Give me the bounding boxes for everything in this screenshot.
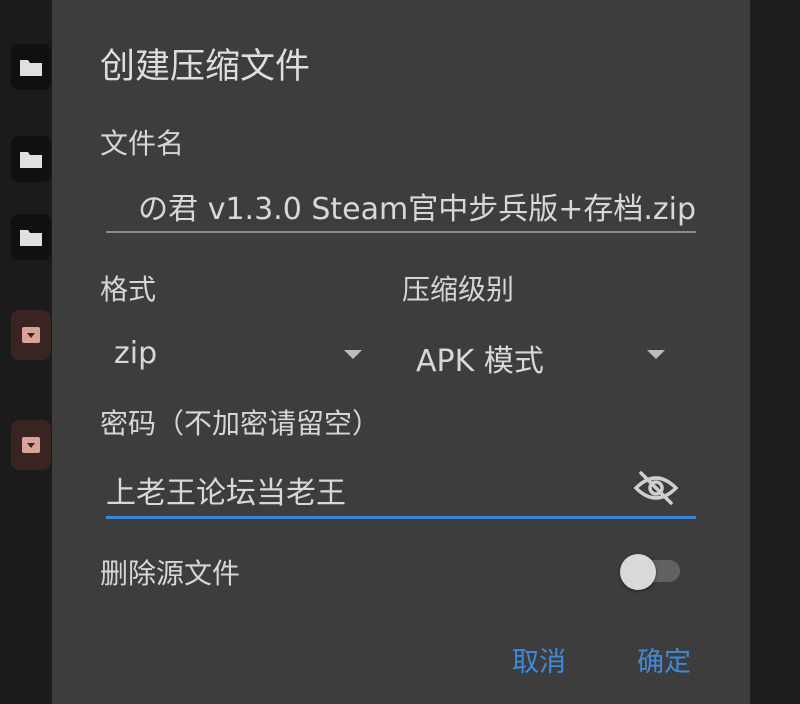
archive-icon (11, 310, 51, 360)
password-label: 密码（不加密请留空） (100, 407, 381, 440)
filename-value: の君 v1.3.0 Steam官中步兵版+存档.zip (138, 192, 696, 227)
create-archive-dialog: 创建压缩文件 文件名 の君 v1.3.0 Steam官中步兵版+存档.zip 格… (52, 0, 750, 704)
visibility-off-icon[interactable] (632, 468, 682, 508)
password-underline (106, 516, 696, 519)
cancel-button[interactable]: 取消 (512, 640, 566, 679)
compression-level-select[interactable]: APK 模式 (408, 330, 676, 379)
archive-icon (11, 420, 51, 470)
delete-source-label: 删除源文件 (100, 557, 241, 590)
folder-icon (11, 214, 51, 260)
password-value: 上老王论坛当老王 (106, 476, 346, 511)
folder-icon (11, 44, 51, 90)
filename-underline (106, 231, 696, 233)
password-input[interactable]: 上老王论坛当老王 (106, 462, 646, 512)
toggle-thumb (620, 554, 656, 590)
dropdown-arrow-icon (647, 350, 665, 359)
filename-label: 文件名 (100, 127, 185, 160)
format-value: zip (114, 336, 158, 371)
background-panel (750, 0, 800, 704)
confirm-button[interactable]: 确定 (637, 640, 691, 679)
compression-level-label: 压缩级别 (402, 273, 515, 306)
folder-icon (11, 136, 51, 182)
dropdown-arrow-icon (344, 350, 362, 359)
compression-level-value: APK 模式 (416, 344, 544, 379)
dialog-title: 创建压缩文件 (100, 47, 311, 87)
filename-input[interactable]: の君 v1.3.0 Steam官中步兵版+存档.zip (106, 182, 696, 232)
delete-source-toggle[interactable] (618, 552, 684, 590)
format-select[interactable]: zip (106, 330, 374, 378)
format-label: 格式 (100, 273, 157, 306)
